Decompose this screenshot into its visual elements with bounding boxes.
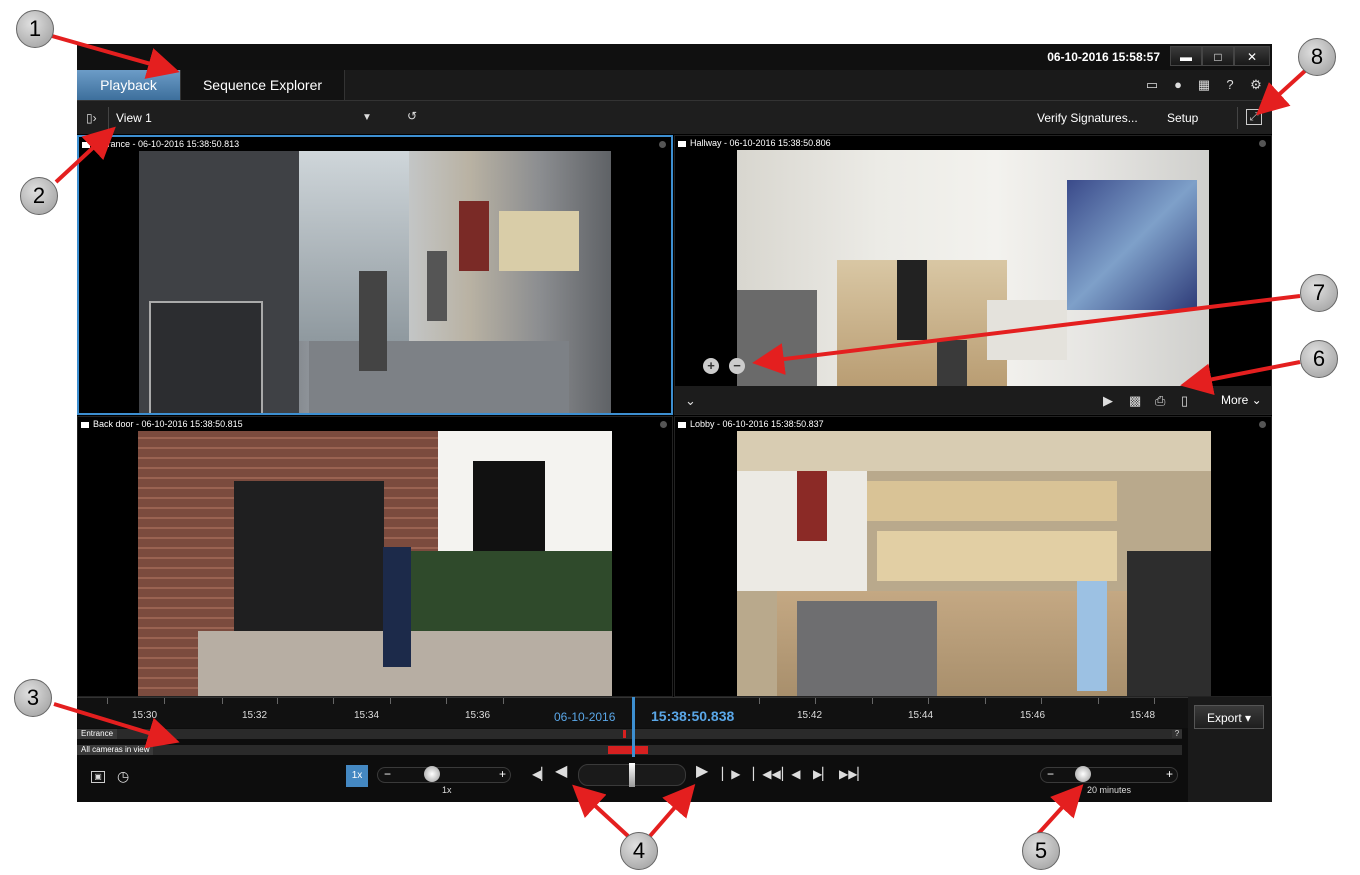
arrow-4a: [572, 784, 630, 838]
callout-7: 7: [1300, 274, 1338, 312]
arrow-6: [1180, 360, 1301, 396]
callout-1: 1: [16, 10, 54, 48]
arrow-4b: [648, 783, 696, 838]
callout-4: 4: [620, 832, 658, 870]
arrow-2: [54, 126, 116, 184]
callout-6: 6: [1300, 340, 1338, 378]
arrow-1: [51, 34, 180, 79]
arrow-3: [53, 702, 180, 749]
callout-8: 8: [1298, 38, 1336, 76]
arrow-8: [1256, 68, 1308, 116]
callout-arrows: [51, 34, 1308, 838]
arrow-5: [1036, 784, 1084, 836]
callout-5: 5: [1022, 832, 1060, 870]
arrow-7: [752, 294, 1301, 375]
callout-3: 3: [14, 679, 52, 717]
callout-2: 2: [20, 177, 58, 215]
